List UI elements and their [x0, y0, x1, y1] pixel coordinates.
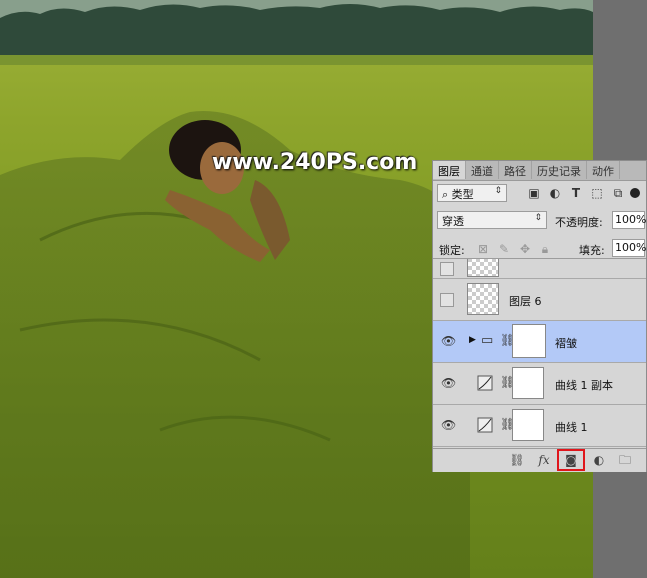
blend-mode-select[interactable]: 穿透 ⇕: [437, 211, 547, 229]
chevron-updown-icon: ⇕: [494, 186, 502, 196]
layer-row-curves-copy[interactable]: 👁︎ ⛓ 曲线 1 副本: [433, 363, 646, 405]
layer-name: 曲线 1: [555, 421, 588, 434]
visibility-toggle[interactable]: [440, 293, 454, 307]
tab-channels[interactable]: 通道: [466, 161, 499, 179]
filter-adjustment-icon[interactable]: ◐: [548, 186, 562, 200]
layer-mask-thumbnail[interactable]: [512, 324, 546, 358]
fill-label: 填充:: [579, 244, 605, 257]
eye-icon[interactable]: 👁︎: [441, 335, 456, 347]
lock-all-icon[interactable]: 🔒︎: [538, 242, 552, 256]
eye-icon[interactable]: 👁︎: [441, 419, 456, 431]
layer-thumbnail: [467, 283, 499, 315]
opacity-field[interactable]: 100%: [612, 211, 646, 229]
filter-type-icon[interactable]: T: [569, 186, 583, 200]
layer-row-curves[interactable]: 👁︎ ⛓ 曲线 1: [433, 405, 646, 447]
expand-triangle-icon[interactable]: ▶: [469, 335, 476, 345]
layer-row[interactable]: [433, 259, 646, 279]
layer-mask-thumbnail[interactable]: [512, 409, 544, 441]
layers-bottom-toolbar: ⛓ fx ◙ ◐ 🗀︎: [433, 448, 646, 472]
tab-history[interactable]: 历史记录: [532, 161, 587, 179]
layer-name: 图层 6: [509, 295, 542, 308]
tab-layers[interactable]: 图层: [433, 161, 466, 179]
folder-icon: ▭: [481, 333, 494, 348]
filter-smart-object-icon[interactable]: ⧉: [611, 186, 625, 200]
visibility-toggle[interactable]: [440, 262, 454, 276]
filter-shape-icon[interactable]: ⬚: [590, 186, 604, 200]
link-layers-icon[interactable]: ⛓: [509, 453, 525, 467]
lock-transparent-icon[interactable]: ⊠: [476, 242, 490, 256]
fx-icon[interactable]: fx: [536, 453, 552, 467]
layer-thumbnail: [467, 259, 499, 277]
adjustment-layer-icon[interactable]: ◐: [591, 453, 607, 467]
filter-pixel-icon[interactable]: ▣: [527, 186, 541, 200]
layer-row-group[interactable]: 👁︎ ▶ ▭ ⛓ 褶皱: [433, 321, 646, 363]
layers-list: 图层 6 👁︎ ▶ ▭ ⛓ 褶皱 👁︎ ⛓ 曲线 1 副本 👁︎ ⛓ 曲线 1: [433, 258, 646, 449]
chevron-updown-icon: ⇕: [534, 213, 542, 223]
layer-name: 曲线 1 副本: [555, 379, 613, 392]
tab-paths[interactable]: 路径: [499, 161, 532, 179]
opacity-label: 不透明度:: [555, 216, 603, 229]
curves-adjustment-icon: [477, 375, 493, 391]
panel-tabs: 图层 通道 路径 历史记录 动作: [433, 161, 646, 181]
lock-move-icon[interactable]: ✥: [518, 242, 532, 256]
filter-toggle-icon[interactable]: [630, 188, 640, 198]
highlight-box: [557, 449, 585, 471]
search-icon: ⌕: [442, 188, 452, 201]
layers-panel: 图层 通道 路径 历史记录 动作 ⌕ 类型 ⇕ ▣ ◐ T ⬚ ⧉ 穿透 ⇕ 不…: [432, 160, 647, 472]
blend-mode-value: 穿透: [442, 215, 464, 228]
layer-mask-thumbnail[interactable]: [512, 367, 544, 399]
eye-icon[interactable]: 👁︎: [441, 377, 456, 389]
fill-field[interactable]: 100%: [612, 239, 646, 257]
layer-name: 褶皱: [555, 337, 577, 350]
curves-adjustment-icon: [477, 417, 493, 433]
watermark-text: www.240PS.com: [212, 150, 418, 175]
layer-row-6[interactable]: 图层 6: [433, 279, 646, 321]
lock-paint-brush-icon[interactable]: ✎: [497, 242, 511, 256]
filter-kind-value: 类型: [451, 188, 474, 201]
filter-kind-select[interactable]: ⌕ 类型 ⇕: [437, 184, 507, 202]
new-group-folder-icon[interactable]: 🗀︎: [617, 453, 633, 467]
lock-label: 锁定:: [439, 244, 465, 257]
tab-actions[interactable]: 动作: [587, 161, 620, 179]
